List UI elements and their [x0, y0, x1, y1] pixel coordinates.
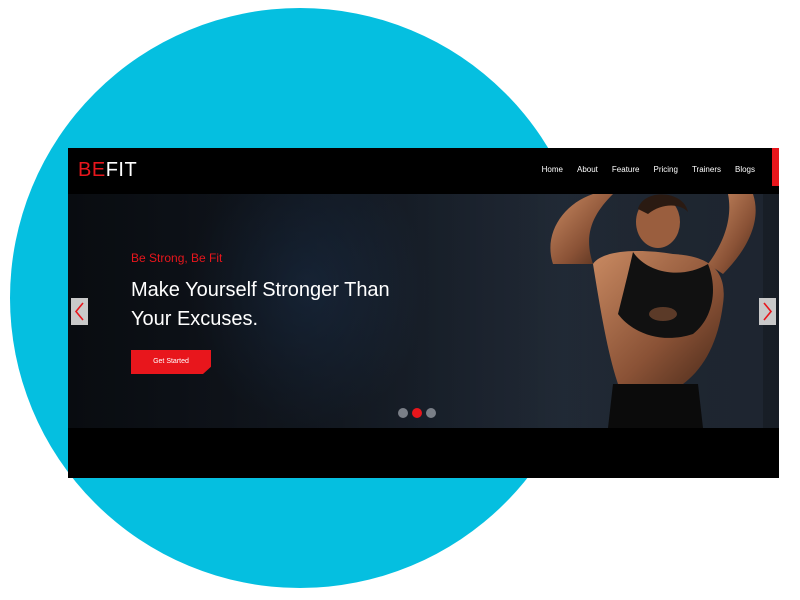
hero-headline-line-2: Your Excuses. — [131, 308, 259, 330]
hero-slider: Be Strong, Be Fit Make Yourself Stronger… — [68, 194, 779, 428]
navbar: BEFIT Home About Feature Pricing Trainer… — [68, 148, 779, 194]
slider-dot-2[interactable] — [412, 408, 422, 418]
nav-accent-bar — [772, 148, 779, 186]
nav-item-blogs[interactable]: Blogs — [735, 164, 755, 176]
get-started-button[interactable]: Get Started — [131, 350, 211, 374]
nav-item-home[interactable]: Home — [542, 164, 563, 176]
nav-item-about[interactable]: About — [577, 164, 598, 176]
slider-dot-3[interactable] — [426, 408, 436, 418]
logo-part-be: BE — [78, 159, 106, 181]
nav-item-trainers[interactable]: Trainers — [692, 164, 721, 176]
logo-part-fit: FIT — [105, 159, 138, 181]
slider-pagination — [398, 408, 436, 418]
nav-item-pricing[interactable]: Pricing — [653, 164, 677, 176]
chevron-right-icon — [763, 302, 773, 321]
slider-next-button[interactable] — [759, 298, 776, 325]
hero-headline: Make Yourself Stronger Than Your Excuses… — [131, 276, 461, 334]
website-preview: BEFIT Home About Feature Pricing Trainer… — [68, 148, 779, 478]
slider-prev-button[interactable] — [71, 298, 88, 325]
chevron-left-icon — [74, 302, 84, 321]
site-logo[interactable]: BEFIT — [78, 158, 137, 182]
showcase-stage: BEFIT Home About Feature Pricing Trainer… — [0, 0, 800, 600]
nav-item-feature[interactable]: Feature — [612, 164, 640, 176]
hero-headline-line-1: Make Yourself Stronger Than — [131, 279, 390, 301]
hero-athlete-image — [523, 194, 763, 428]
slider-dot-1[interactable] — [398, 408, 408, 418]
nav-menu: Home About Feature Pricing Trainers Blog… — [542, 164, 755, 176]
hero-tagline: Be Strong, Be Fit — [131, 251, 223, 265]
